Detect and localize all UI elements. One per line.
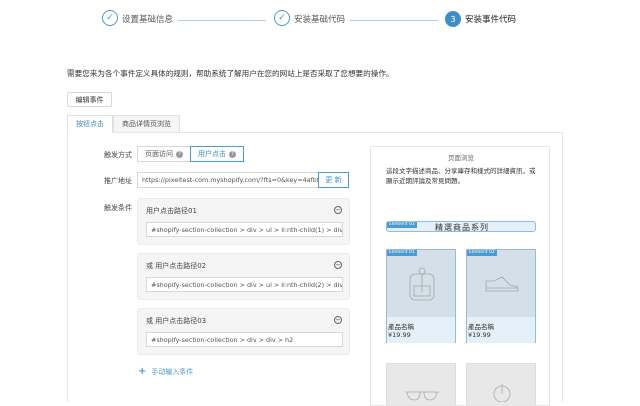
product-name: 產品名稱	[468, 323, 494, 331]
step-3-number: 3	[445, 11, 461, 27]
help-icon[interactable]: ?	[229, 150, 236, 158]
add-condition-label: 手动输入条件	[151, 367, 194, 376]
condition-path-input[interactable]: #shopify-section-collection > div > div …	[146, 332, 343, 347]
element-tag: Element 02	[467, 250, 497, 256]
trigger-condition-label: 触发条件	[104, 204, 132, 212]
promo-url-label: 推广地址	[104, 177, 132, 185]
backpack-icon	[409, 267, 435, 301]
tab-product-detail-view[interactable]: 商品详情页浏览	[113, 115, 180, 132]
plus-icon: +	[138, 366, 147, 377]
stepper: ✓ 设置基础信息 ✓ 安装基础代码 3 安装事件代码	[0, 0, 640, 40]
condition-title: 或 用户点击路径03	[146, 317, 207, 325]
option-label: 页面访问	[145, 150, 173, 158]
preview-title: 页面浏览	[448, 154, 474, 162]
page-preview: 页面浏览 這段文字描述商品、分享庫存和樣式的詳細資訊，或顯示近期評論及常見問題。…	[370, 146, 550, 406]
step-2-label: 安装基础代码	[294, 15, 346, 25]
trigger-method-label: 触发方式	[104, 151, 132, 159]
product-price: ¥19.99	[388, 331, 411, 339]
condition-path-input[interactable]: #shopify-section-collection > div > ul >…	[146, 277, 343, 292]
update-button[interactable]: 更 新	[318, 172, 349, 188]
step-connector	[178, 20, 266, 21]
element-tag: Element 01	[387, 250, 417, 256]
product-card-element[interactable]: Element 02 產品名稱 ¥19.99	[466, 249, 536, 343]
page-description: 需要您来为各个事件定义具体的规则，帮助系统了解用户在您的网站上是否采取了您想要的…	[67, 69, 394, 78]
tab-button-click[interactable]: 按钮点击	[67, 115, 113, 133]
preview-text: 這段文字描述商品、分享庫存和樣式的詳細資訊，或顯示近期評論及常見問題。	[386, 167, 536, 185]
condition-card: 或 用户点击路径02 − #shopify-section-collection…	[137, 253, 350, 300]
promo-url-input[interactable]: https://pixeltest-com.myshopify.com/?fts…	[137, 172, 319, 188]
product-price: ¥19.99	[468, 331, 491, 339]
edit-event-button[interactable]: 编辑事件	[67, 92, 112, 107]
sneaker-icon	[485, 276, 519, 292]
trigger-option-user-click[interactable]: 用户点击?	[190, 146, 244, 162]
product-name: 產品名稱	[388, 323, 414, 331]
trigger-option-page-visit[interactable]: 页面访问?	[137, 146, 191, 162]
collection-title-element[interactable]: Element 03 精選商品系列	[386, 221, 536, 232]
option-label: 用户点击	[198, 150, 226, 158]
condition-title: 用户点击路径01	[146, 207, 197, 215]
remove-condition-icon[interactable]: −	[334, 261, 342, 269]
condition-card: 用户点击路径01 − #shopify-section-collection >…	[137, 198, 350, 245]
condition-title: 或 用户点击路径02	[146, 262, 207, 270]
step-2-check-icon: ✓	[274, 10, 290, 26]
product-card-element[interactable]: Element 01 產品名稱 ¥19.99	[386, 249, 456, 343]
condition-card: 或 用户点击路径03 − #shopify-section-collection…	[137, 308, 350, 355]
remove-condition-icon[interactable]: −	[334, 316, 342, 324]
remove-condition-icon[interactable]: −	[334, 206, 342, 214]
watch-icon	[493, 384, 511, 402]
help-icon[interactable]: ?	[176, 150, 183, 158]
collection-title: 精選商品系列	[435, 223, 489, 232]
step-connector	[350, 20, 438, 21]
step-1-check-icon: ✓	[102, 10, 118, 26]
sunglasses-icon	[405, 391, 439, 401]
add-condition-link[interactable]: + 手动输入条件	[138, 366, 193, 377]
step-3-label: 安装事件代码	[465, 15, 517, 25]
step-1-label: 设置基础信息	[122, 15, 174, 25]
condition-path-input[interactable]: #shopify-section-collection > div > ul >…	[146, 222, 343, 237]
